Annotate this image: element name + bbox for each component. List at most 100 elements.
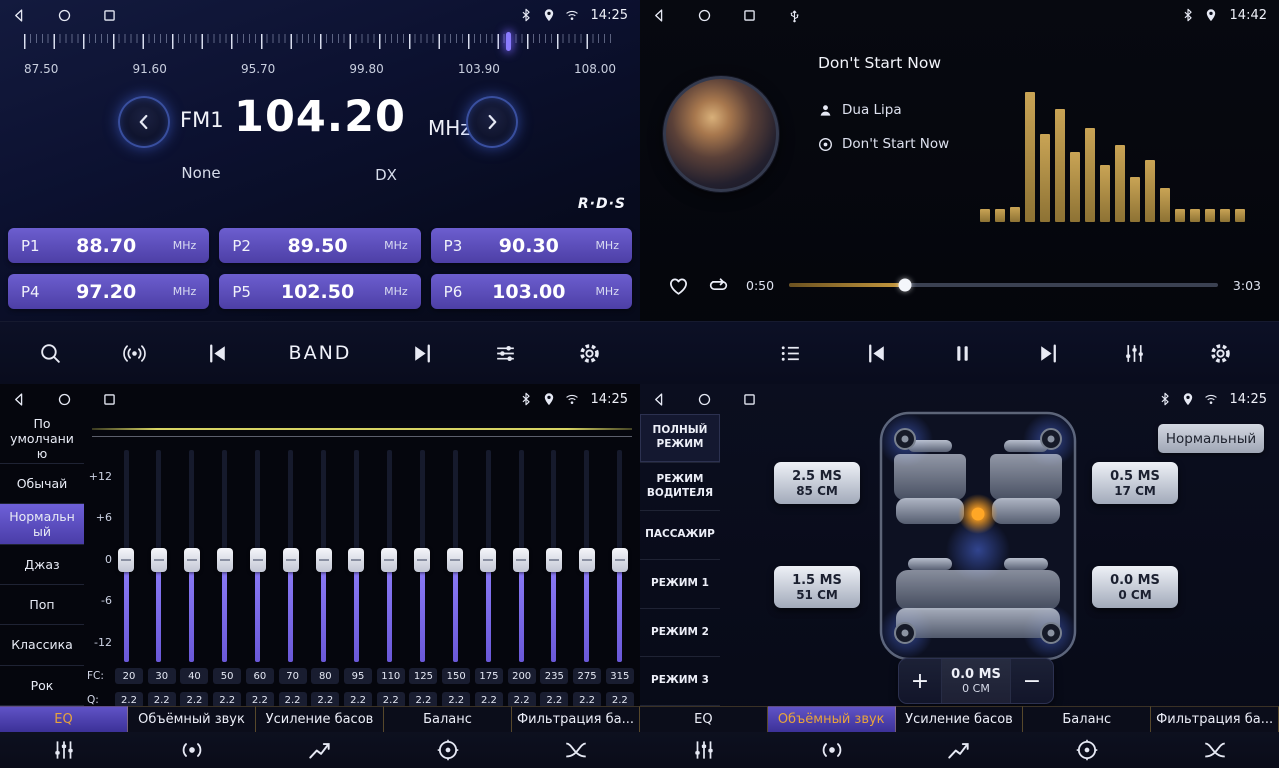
recents-icon[interactable] bbox=[102, 392, 117, 407]
mode-item[interactable]: РЕЖИМ 1 bbox=[640, 560, 720, 609]
eq-preset-item[interactable]: По умолчанию bbox=[0, 414, 84, 464]
favorite-button[interactable] bbox=[666, 273, 691, 298]
delay-card-front-right[interactable]: 0.5 MS 17 CM bbox=[1092, 462, 1178, 504]
back-icon[interactable] bbox=[12, 392, 27, 407]
preset-button-p3[interactable]: P390.30MHz bbox=[431, 228, 632, 263]
eq-preset-item[interactable]: Джаз bbox=[0, 545, 84, 585]
sound-preset-badge[interactable]: Нормальный bbox=[1158, 424, 1264, 453]
vsliders-icon[interactable] bbox=[1122, 341, 1147, 366]
tab-filter[interactable]: Фильтрация ба... bbox=[1151, 706, 1279, 732]
eq-band-slider[interactable] bbox=[178, 450, 206, 662]
seek-bar-thumb[interactable] bbox=[898, 279, 911, 292]
slider-handle[interactable] bbox=[118, 548, 134, 572]
band-button[interactable]: BAND bbox=[289, 342, 352, 364]
slider-handle[interactable] bbox=[513, 548, 529, 572]
mode-item[interactable]: ПАССАЖИР bbox=[640, 511, 720, 560]
slider-handle[interactable] bbox=[546, 548, 562, 572]
eq-band-slider[interactable] bbox=[441, 450, 469, 662]
mode-item[interactable]: РЕЖИМ ВОДИТЕЛЯ bbox=[640, 463, 720, 512]
tab-surround-sound-icon-cell[interactable] bbox=[128, 732, 256, 768]
tab-eq-icon-cell[interactable] bbox=[0, 732, 128, 768]
tab-surround-sound-icon-cell[interactable] bbox=[768, 732, 896, 768]
tab-balance-icon-cell[interactable] bbox=[1023, 732, 1151, 768]
back-icon[interactable] bbox=[12, 8, 27, 23]
hsliders-icon[interactable] bbox=[493, 341, 518, 366]
preset-button-p1[interactable]: P188.70MHz bbox=[8, 228, 209, 263]
tab-filter[interactable]: Фильтрация ба... bbox=[512, 706, 640, 732]
pause-icon[interactable] bbox=[950, 341, 975, 366]
delay-card-rear-left[interactable]: 1.5 MS 51 CM bbox=[774, 566, 860, 608]
tuning-indicator[interactable] bbox=[506, 32, 511, 51]
eq-band-slider[interactable] bbox=[540, 450, 568, 662]
next-icon[interactable] bbox=[1036, 341, 1061, 366]
tab-bass-boost-icon-cell[interactable] bbox=[256, 732, 384, 768]
eq-band-slider[interactable] bbox=[211, 450, 239, 662]
tab-surround-sound[interactable]: Объёмный звук bbox=[768, 706, 896, 732]
album-art[interactable] bbox=[663, 76, 779, 192]
eq-preset-item[interactable]: Обычай bbox=[0, 464, 84, 504]
eq-preset-item[interactable]: Рок bbox=[0, 666, 84, 706]
search-icon[interactable] bbox=[38, 341, 63, 366]
tab-eq[interactable]: EQ bbox=[0, 706, 128, 732]
slider-handle[interactable] bbox=[480, 548, 496, 572]
slider-handle[interactable] bbox=[414, 548, 430, 572]
prev-icon[interactable] bbox=[205, 341, 230, 366]
tab-filter-icon-cell[interactable] bbox=[1151, 732, 1279, 768]
seek-up-button[interactable] bbox=[466, 96, 518, 148]
tab-eq-icon-cell[interactable] bbox=[640, 732, 768, 768]
tab-surround-sound[interactable]: Объёмный звук bbox=[128, 706, 256, 732]
eq-band-slider[interactable] bbox=[606, 450, 634, 662]
gear-icon[interactable] bbox=[577, 341, 602, 366]
tab-balance[interactable]: Баланс bbox=[384, 706, 512, 732]
slider-handle[interactable] bbox=[316, 548, 332, 572]
tab-bass-boost-icon-cell[interactable] bbox=[896, 732, 1024, 768]
tab-bass-boost[interactable]: Усиление басов bbox=[896, 706, 1024, 732]
slider-handle[interactable] bbox=[579, 548, 595, 572]
home-icon[interactable] bbox=[697, 8, 712, 23]
slider-handle[interactable] bbox=[283, 548, 299, 572]
eq-band-slider[interactable] bbox=[375, 450, 403, 662]
slider-handle[interactable] bbox=[447, 548, 463, 572]
next-icon[interactable] bbox=[410, 341, 435, 366]
list-icon[interactable] bbox=[778, 341, 803, 366]
home-icon[interactable] bbox=[697, 392, 712, 407]
home-icon[interactable] bbox=[57, 392, 72, 407]
mode-item[interactable]: ПОЛНЫЙ РЕЖИМ bbox=[640, 414, 720, 463]
eq-band-slider[interactable] bbox=[507, 450, 535, 662]
delay-card-front-left[interactable]: 2.5 MS 85 CM bbox=[774, 462, 860, 504]
frequency-scale[interactable]: 87.5091.6095.7099.80103.90108.00 bbox=[24, 34, 616, 82]
eq-band-slider[interactable] bbox=[573, 450, 601, 662]
eq-band-slider[interactable] bbox=[474, 450, 502, 662]
slider-handle[interactable] bbox=[381, 548, 397, 572]
preset-button-p6[interactable]: P6103.00MHz bbox=[431, 274, 632, 309]
tab-balance-icon-cell[interactable] bbox=[384, 732, 512, 768]
recents-icon[interactable] bbox=[742, 8, 757, 23]
eq-band-slider[interactable] bbox=[277, 450, 305, 662]
mode-item[interactable]: РЕЖИМ 3 bbox=[640, 657, 720, 706]
eq-band-slider[interactable] bbox=[244, 450, 272, 662]
home-icon[interactable] bbox=[57, 8, 72, 23]
tab-balance[interactable]: Баланс bbox=[1023, 706, 1151, 732]
seek-bar[interactable] bbox=[789, 283, 1218, 287]
prev-icon[interactable] bbox=[864, 341, 889, 366]
mode-item[interactable]: РЕЖИМ 2 bbox=[640, 609, 720, 658]
gear-icon[interactable] bbox=[1208, 341, 1233, 366]
recents-icon[interactable] bbox=[742, 392, 757, 407]
eq-band-slider[interactable] bbox=[112, 450, 140, 662]
eq-band-slider[interactable] bbox=[342, 450, 370, 662]
slider-handle[interactable] bbox=[250, 548, 266, 572]
slider-handle[interactable] bbox=[217, 548, 233, 572]
slider-handle[interactable] bbox=[348, 548, 364, 572]
back-icon[interactable] bbox=[652, 392, 667, 407]
eq-preset-item[interactable]: Поп bbox=[0, 585, 84, 625]
preset-button-p5[interactable]: P5102.50MHz bbox=[219, 274, 420, 309]
tab-filter-icon-cell[interactable] bbox=[512, 732, 640, 768]
recents-icon[interactable] bbox=[102, 8, 117, 23]
slider-handle[interactable] bbox=[151, 548, 167, 572]
preset-button-p4[interactable]: P497.20MHz bbox=[8, 274, 209, 309]
eq-band-slider[interactable] bbox=[145, 450, 173, 662]
delay-decrease-button[interactable]: − bbox=[1011, 659, 1053, 703]
tab-eq[interactable]: EQ bbox=[640, 706, 768, 732]
back-icon[interactable] bbox=[652, 8, 667, 23]
delay-increase-button[interactable]: + bbox=[899, 659, 941, 703]
